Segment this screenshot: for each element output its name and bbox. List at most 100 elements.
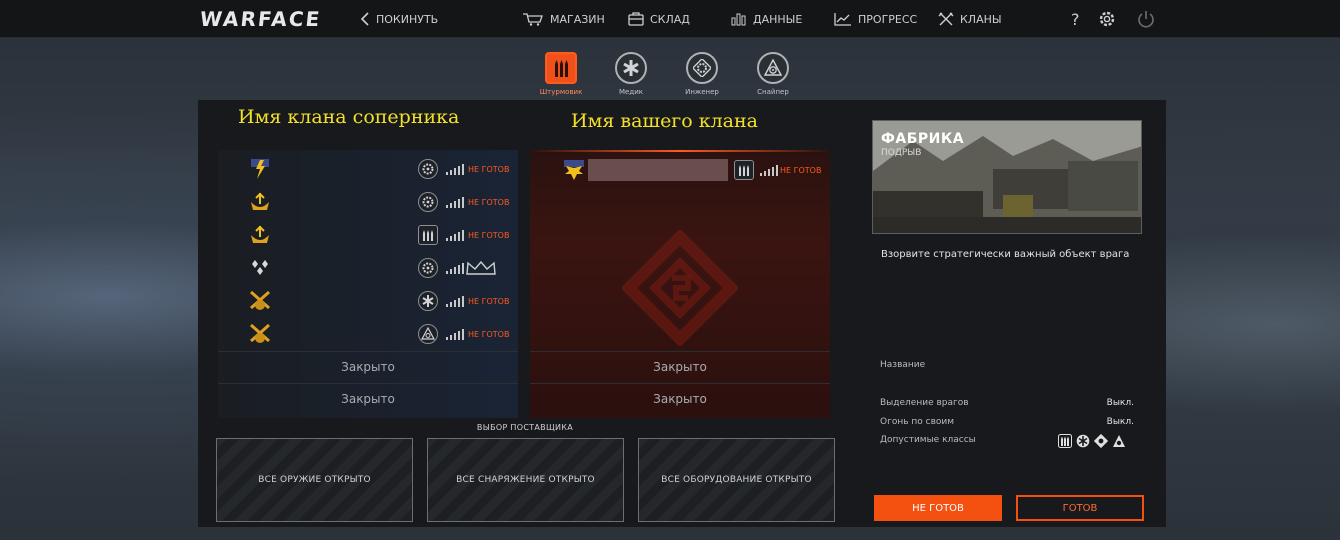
map-title: ФАБРИКА <box>881 131 965 147</box>
not-ready-button[interactable]: НЕ ГОТОВ <box>874 495 1002 521</box>
clans-icon <box>938 12 954 26</box>
opponent-player-row[interactable]: НЕ ГОТОВ <box>246 154 518 184</box>
power-icon[interactable] <box>1136 9 1156 29</box>
sniper-icon <box>418 324 438 344</box>
class-sniper-label: Снайпер <box>757 88 789 96</box>
closed-slot[interactable]: Закрыто <box>530 351 830 381</box>
nav-storage[interactable]: СКЛАД <box>628 11 690 27</box>
signal-icon <box>446 262 464 274</box>
leave-button[interactable]: ПОКИНУТЬ <box>360 11 438 27</box>
closed-slot[interactable]: Закрыто <box>218 351 518 381</box>
engineer-icon <box>418 258 438 278</box>
rank-crown-icon <box>246 222 274 248</box>
player-state: НЕ ГОТОВ <box>468 329 510 339</box>
nav-clans-label: КЛАНЫ <box>960 12 1002 26</box>
player-state: НЕ ГОТОВ <box>468 296 510 306</box>
signal-icon <box>446 295 464 307</box>
top-bar: WARFACE ПОКИНУТЬ МАГАЗИН СКЛАД ДАННЫЕ ПР… <box>0 0 1340 38</box>
own-team-glow <box>530 150 830 152</box>
rank-swords-icon <box>246 321 274 347</box>
opponent-player-row[interactable]: НЕ ГОТОВ <box>246 220 518 250</box>
nav-shop-label: МАГАЗИН <box>550 12 605 26</box>
storage-icon <box>628 12 644 26</box>
stats-icon <box>731 13 746 26</box>
signal-icon <box>446 229 464 241</box>
class-medic-button[interactable]: Медик <box>606 52 656 98</box>
map-name-label: Название <box>880 360 926 370</box>
nav-shop[interactable]: МАГАЗИН <box>522 11 605 27</box>
cart-icon <box>523 13 543 26</box>
player-state: НЕ ГОТОВ <box>468 230 510 240</box>
signal-icon <box>446 328 464 340</box>
class-rifleman-button[interactable]: Штурмовик <box>536 52 586 98</box>
signal-icon <box>446 163 464 175</box>
own-player-row[interactable]: НЕ ГОТОВ <box>560 155 832 185</box>
svg-text:?: ? <box>1071 10 1080 29</box>
supplier-title: ВЫБОР ПОСТАВЩИКА <box>476 423 574 432</box>
nav-stats-label: ДАННЫЕ <box>753 12 803 26</box>
nav-clans[interactable]: КЛАНЫ <box>938 11 1002 27</box>
rifleman-icon <box>545 52 577 84</box>
leave-label: ПОКИНУТЬ <box>376 12 439 26</box>
progress-icon <box>834 13 851 26</box>
nav-stats[interactable]: ДАННЫЕ <box>731 11 802 27</box>
player-state: НЕ ГОТОВ <box>780 165 822 175</box>
supplier-gear-card[interactable]: ВСЕ СНАРЯЖЕНИЕ ОТКРЫТО <box>427 438 624 522</box>
map-preview[interactable]: ФАБРИКА ПОДРЫВ <box>872 120 1142 234</box>
own-clan-title: Имя вашего клана <box>571 110 759 132</box>
opponent-player-row[interactable]: НЕ ГОТОВ <box>246 187 518 217</box>
nav-storage-label: СКЛАД <box>650 12 690 26</box>
opponent-clan-title: Имя клана соперника <box>238 106 460 128</box>
host-crown-icon <box>466 261 496 275</box>
rank-crown-icon <box>246 189 274 215</box>
chevron-left-icon <box>360 12 369 26</box>
help-icon[interactable]: ? <box>1066 9 1086 29</box>
option-label-friendly-fire: Огонь по своим <box>880 417 955 427</box>
rank-eagle-icon <box>560 157 588 183</box>
opponent-player-row[interactable]: НЕ ГОТОВ <box>246 319 518 349</box>
engineer-icon <box>418 159 438 179</box>
engineer-icon <box>418 192 438 212</box>
class-engineer-button[interactable]: Инженер <box>677 52 727 98</box>
sniper-icon <box>757 52 789 84</box>
player-name-redacted <box>588 159 728 181</box>
option-label-enemy-highlight: Выделение врагов <box>880 398 969 408</box>
allowed-classes <box>1058 434 1126 448</box>
class-medic-label: Медик <box>619 88 643 96</box>
warface-logo[interactable]: WARFACE <box>199 7 323 31</box>
option-label-allowed-classes: Допустимые классы <box>880 435 976 445</box>
medic-icon <box>615 52 647 84</box>
rank-lightning-icon <box>246 156 274 182</box>
map-description: Взорвите стратегически важный объект вра… <box>881 249 1130 260</box>
medic-icon <box>1076 434 1090 448</box>
opponent-player-row[interactable]: НЕ ГОТОВ <box>246 286 518 316</box>
gear-icon[interactable] <box>1097 9 1117 29</box>
class-rifleman-label: Штурмовик <box>539 88 583 96</box>
sniper-icon <box>1112 434 1126 448</box>
player-state: НЕ ГОТОВ <box>468 164 510 174</box>
ready-button[interactable]: ГОТОВ <box>1016 495 1144 521</box>
player-state: НЕ ГОТОВ <box>468 197 510 207</box>
map-mode: ПОДРЫВ <box>881 148 922 158</box>
rifleman-icon <box>418 225 438 245</box>
engineer-icon <box>1094 434 1108 448</box>
engineer-icon <box>686 52 718 84</box>
rifleman-icon <box>1058 434 1072 448</box>
clan-emblem-icon <box>622 230 738 346</box>
rank-swords-icon <box>246 288 274 314</box>
supplier-weapons-card[interactable]: ВСЕ ОРУЖИЕ ОТКРЫТО <box>216 438 413 522</box>
closed-slot[interactable]: Закрыто <box>218 383 518 413</box>
opponent-player-row[interactable] <box>246 253 518 283</box>
rifleman-icon <box>734 160 754 180</box>
signal-icon <box>760 164 778 176</box>
option-value-enemy-highlight: Выкл. <box>1106 398 1134 408</box>
closed-slot[interactable]: Закрыто <box>530 383 830 413</box>
supplier-equipment-card[interactable]: ВСЕ ОБОРУДОВАНИЕ ОТКРЫТО <box>638 438 835 522</box>
class-sniper-button[interactable]: Снайпер <box>748 52 798 98</box>
option-value-friendly-fire: Выкл. <box>1106 417 1134 427</box>
nav-progress-label: ПРОГРЕСС <box>858 12 918 26</box>
signal-icon <box>446 196 464 208</box>
class-engineer-label: Инженер <box>685 88 719 96</box>
medic-icon <box>418 291 438 311</box>
nav-progress[interactable]: ПРОГРЕСС <box>834 11 917 27</box>
